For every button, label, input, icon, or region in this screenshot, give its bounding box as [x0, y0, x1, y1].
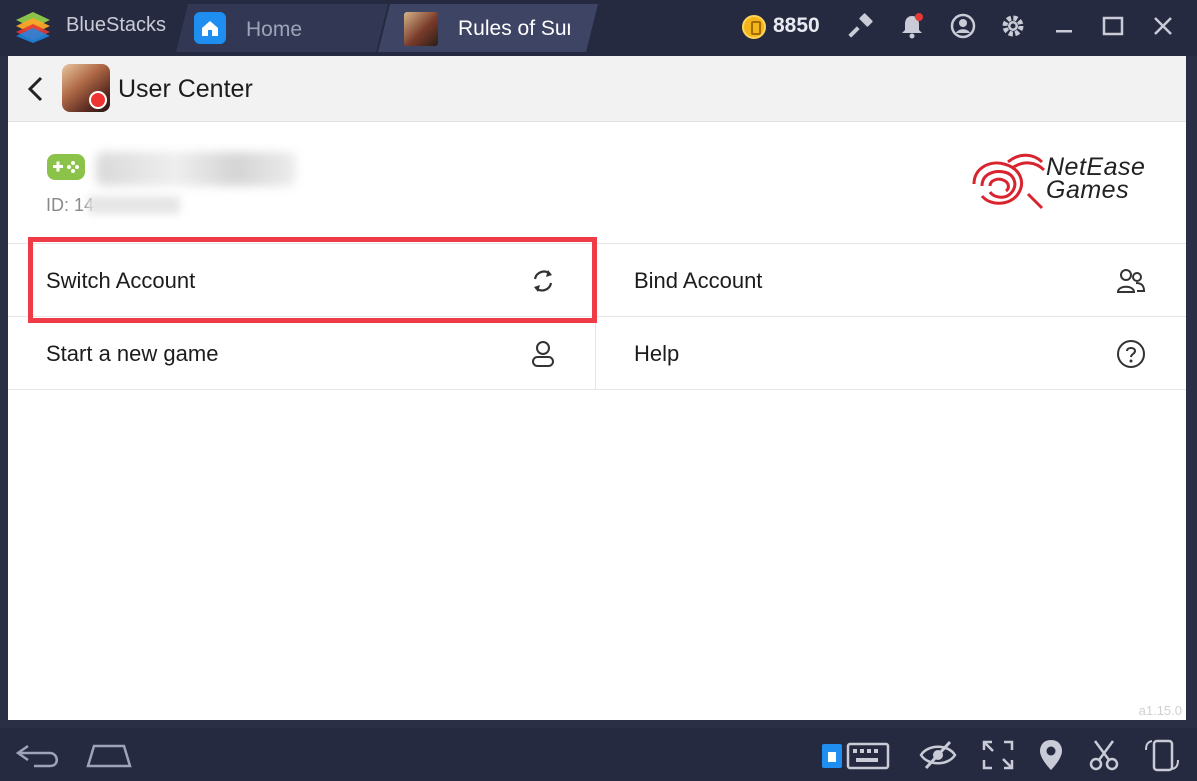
close-icon[interactable]: [1149, 12, 1177, 40]
user-id-blurred: [88, 196, 180, 214]
bell-icon[interactable]: [898, 12, 926, 40]
coin-icon[interactable]: [742, 15, 766, 39]
back-arrow-icon[interactable]: [24, 74, 48, 104]
profile-section: ID: 14 NetEase Games: [8, 122, 1186, 242]
bluestacks-logo-icon: [16, 12, 50, 43]
users-icon: [1116, 266, 1146, 296]
maximize-icon[interactable]: [1099, 12, 1127, 40]
username-blurred: [96, 152, 296, 186]
version-label: a1.15.0: [1138, 703, 1182, 718]
header-bar: User Center: [8, 56, 1186, 122]
brand-line-2: Games: [1046, 176, 1130, 204]
rotate-icon[interactable]: [1142, 738, 1182, 772]
account-icon[interactable]: [949, 12, 977, 40]
scissors-icon[interactable]: [1087, 738, 1121, 772]
netease-brand-text: NetEase Games: [1046, 155, 1145, 204]
title-bar: BlueStacks Home Rules of Sur 8850: [0, 0, 1197, 56]
gamepad-icon: [47, 154, 85, 180]
app-name: BlueStacks: [66, 14, 167, 36]
netease-logo-icon: [972, 153, 1046, 210]
bottom-toolbar: [0, 728, 1197, 781]
tab-home[interactable]: Home: [176, 4, 388, 52]
bind-account-button[interactable]: Bind Account: [596, 244, 1186, 317]
game-thumbnail: [404, 12, 438, 46]
help-label: Help: [634, 341, 680, 366]
game-app-icon: [62, 64, 110, 112]
start-new-game-button[interactable]: Start a new game: [8, 317, 596, 390]
minimize-icon[interactable]: [1050, 12, 1078, 40]
bind-account-label: Bind Account: [634, 268, 763, 293]
back-icon[interactable]: [14, 738, 64, 772]
fullscreen-icon[interactable]: [980, 738, 1016, 772]
question-circle-icon: [1116, 339, 1146, 369]
home-icon[interactable]: [84, 738, 134, 772]
home-icon: [194, 12, 226, 44]
tab-game[interactable]: Rules of Sur: [378, 4, 598, 52]
tab-game-label: Rules of Sur: [458, 17, 570, 40]
eye-icon[interactable]: [918, 738, 958, 772]
app-content: User Center ID: 14 NetEase Games Switch …: [8, 56, 1186, 720]
page-title: User Center: [118, 75, 253, 103]
coin-count[interactable]: 8850: [773, 14, 820, 38]
location-icon[interactable]: [1036, 738, 1066, 772]
help-button[interactable]: Help: [596, 317, 1186, 390]
switch-account-highlight-box: [28, 237, 597, 323]
user-icon: [528, 339, 558, 369]
gear-icon[interactable]: [999, 12, 1027, 40]
keyboard-icon[interactable]: [820, 738, 892, 772]
user-id: ID: 14: [46, 195, 95, 215]
hammer-icon[interactable]: [848, 12, 876, 40]
tab-home-label: Home: [246, 18, 303, 41]
start-new-game-label: Start a new game: [46, 341, 219, 366]
